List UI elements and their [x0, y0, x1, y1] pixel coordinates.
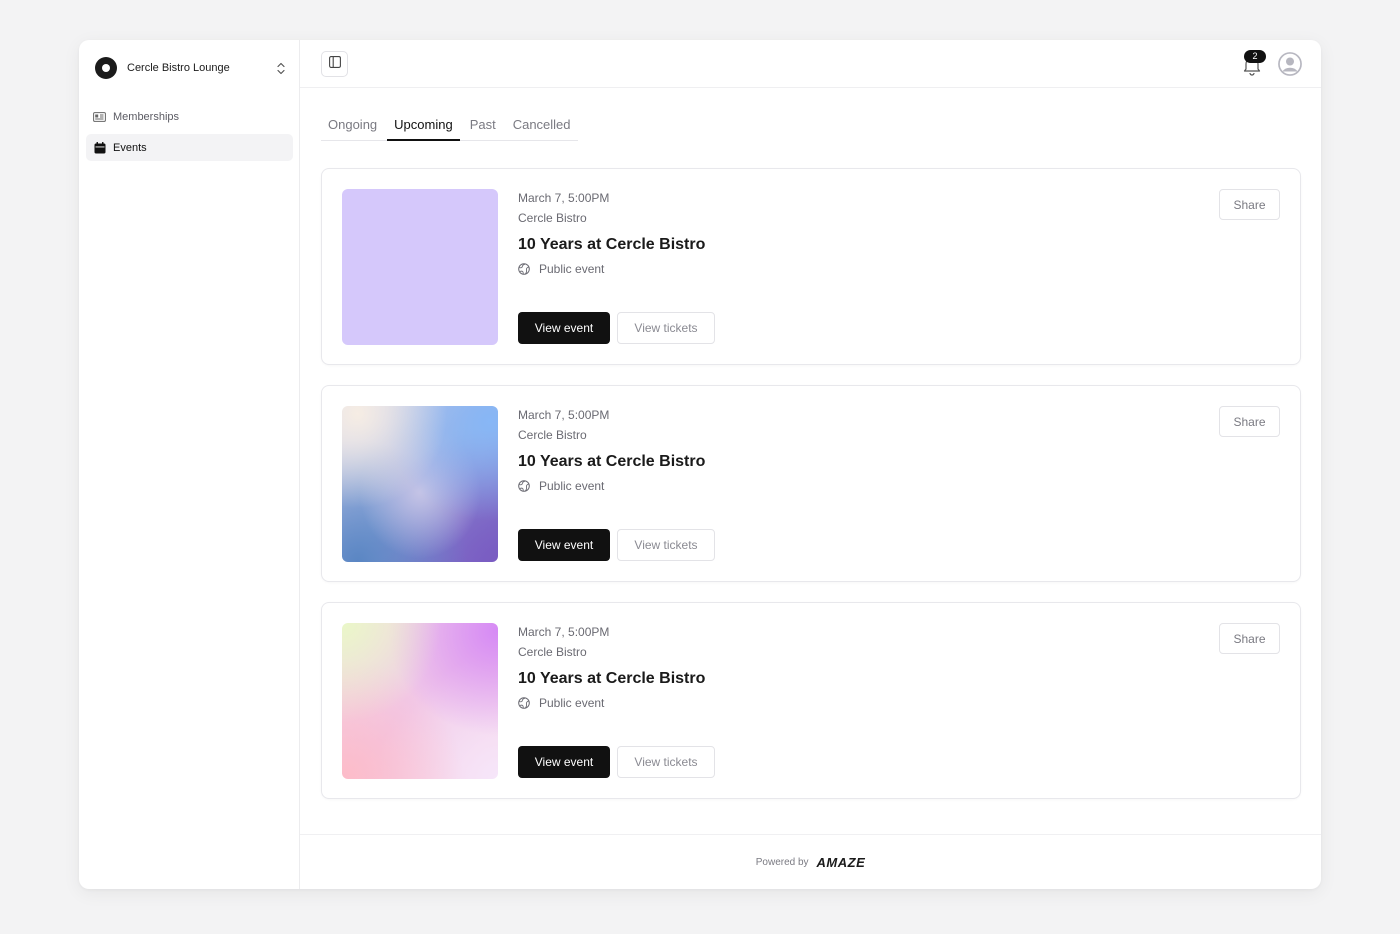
- event-actions: View event View tickets: [518, 746, 715, 778]
- event-cover-image: [342, 623, 498, 779]
- sidebar: Cercle Bistro Lounge Memberships Events: [79, 40, 300, 889]
- sidebar-toggle-button[interactable]: [321, 51, 348, 77]
- event-date: March 7, 5:00PM: [518, 408, 610, 422]
- event-venue: Cercle Bistro: [518, 645, 587, 659]
- brand-logo: [95, 57, 117, 79]
- event-actions: View event View tickets: [518, 312, 715, 344]
- event-tabs: Ongoing Upcoming Past Cancelled: [321, 114, 578, 141]
- globe-icon: [518, 697, 531, 710]
- event-actions: View event View tickets: [518, 529, 715, 561]
- bell-icon: [1242, 57, 1262, 80]
- amaze-logo[interactable]: AMAZE: [817, 855, 866, 870]
- event-visibility-label: Public event: [539, 696, 605, 710]
- topbar: 2: [300, 40, 1321, 88]
- event-cover-image: [342, 189, 498, 345]
- workspace-switcher[interactable]: Cercle Bistro Lounge: [95, 56, 287, 80]
- avatar[interactable]: [1278, 52, 1302, 76]
- tab-ongoing[interactable]: Ongoing: [321, 114, 384, 140]
- globe-icon: [518, 263, 531, 276]
- event-info: March 7, 5:00PM Cercle Bistro 10 Years a…: [518, 623, 705, 712]
- tab-past[interactable]: Past: [463, 114, 503, 140]
- event-list: March 7, 5:00PM Cercle Bistro 10 Years a…: [321, 168, 1301, 819]
- sidebar-item-label: Memberships: [113, 110, 180, 123]
- event-date: March 7, 5:00PM: [518, 191, 610, 205]
- calendar-icon: [93, 141, 106, 154]
- view-event-button[interactable]: View event: [518, 529, 610, 561]
- app-window: Cercle Bistro Lounge Memberships Events: [79, 40, 1321, 889]
- view-tickets-button[interactable]: View tickets: [617, 312, 715, 344]
- powered-by-label: Powered by: [755, 856, 809, 868]
- event-venue: Cercle Bistro: [518, 428, 587, 442]
- panel-left-icon: [328, 55, 341, 73]
- event-visibility: Public event: [518, 477, 705, 495]
- notification-badge: 2: [1244, 50, 1266, 63]
- tab-cancelled[interactable]: Cancelled: [506, 114, 578, 140]
- event-title: 10 Years at Cercle Bistro: [518, 670, 706, 687]
- event-cover-image: [342, 406, 498, 562]
- event-visibility: Public event: [518, 260, 705, 278]
- globe-icon: [518, 480, 531, 493]
- event-date: March 7, 5:00PM: [518, 625, 610, 639]
- event-info: March 7, 5:00PM Cercle Bistro 10 Years a…: [518, 189, 705, 278]
- event-visibility-label: Public event: [539, 479, 605, 493]
- view-tickets-button[interactable]: View tickets: [617, 746, 715, 778]
- event-visibility: Public event: [518, 694, 705, 712]
- share-button[interactable]: Share: [1219, 406, 1280, 437]
- sidebar-item-label: Events: [113, 141, 147, 154]
- event-title: 10 Years at Cercle Bistro: [518, 453, 706, 470]
- sidebar-item-events[interactable]: Events: [86, 134, 293, 161]
- sidebar-item-memberships[interactable]: Memberships: [86, 103, 293, 130]
- share-button[interactable]: Share: [1219, 189, 1280, 220]
- tab-upcoming[interactable]: Upcoming: [387, 114, 460, 141]
- event-card: March 7, 5:00PM Cercle Bistro 10 Years a…: [321, 602, 1301, 799]
- event-card: March 7, 5:00PM Cercle Bistro 10 Years a…: [321, 385, 1301, 582]
- view-event-button[interactable]: View event: [518, 746, 610, 778]
- event-title: 10 Years at Cercle Bistro: [518, 236, 706, 253]
- share-button[interactable]: Share: [1219, 623, 1280, 654]
- chevron-up-down-icon: [275, 61, 287, 75]
- id-card-icon: [93, 110, 106, 123]
- main-content: 2 Ongoing Upcoming Past Cancelled March …: [300, 40, 1321, 889]
- view-event-button[interactable]: View event: [518, 312, 610, 344]
- workspace-name: Cercle Bistro Lounge: [127, 62, 230, 74]
- event-card: March 7, 5:00PM Cercle Bistro 10 Years a…: [321, 168, 1301, 365]
- footer: Powered by AMAZE: [300, 834, 1321, 889]
- event-info: March 7, 5:00PM Cercle Bistro 10 Years a…: [518, 406, 705, 495]
- sidebar-nav: Memberships Events: [86, 103, 293, 165]
- event-visibility-label: Public event: [539, 262, 605, 276]
- event-venue: Cercle Bistro: [518, 211, 587, 225]
- view-tickets-button[interactable]: View tickets: [617, 529, 715, 561]
